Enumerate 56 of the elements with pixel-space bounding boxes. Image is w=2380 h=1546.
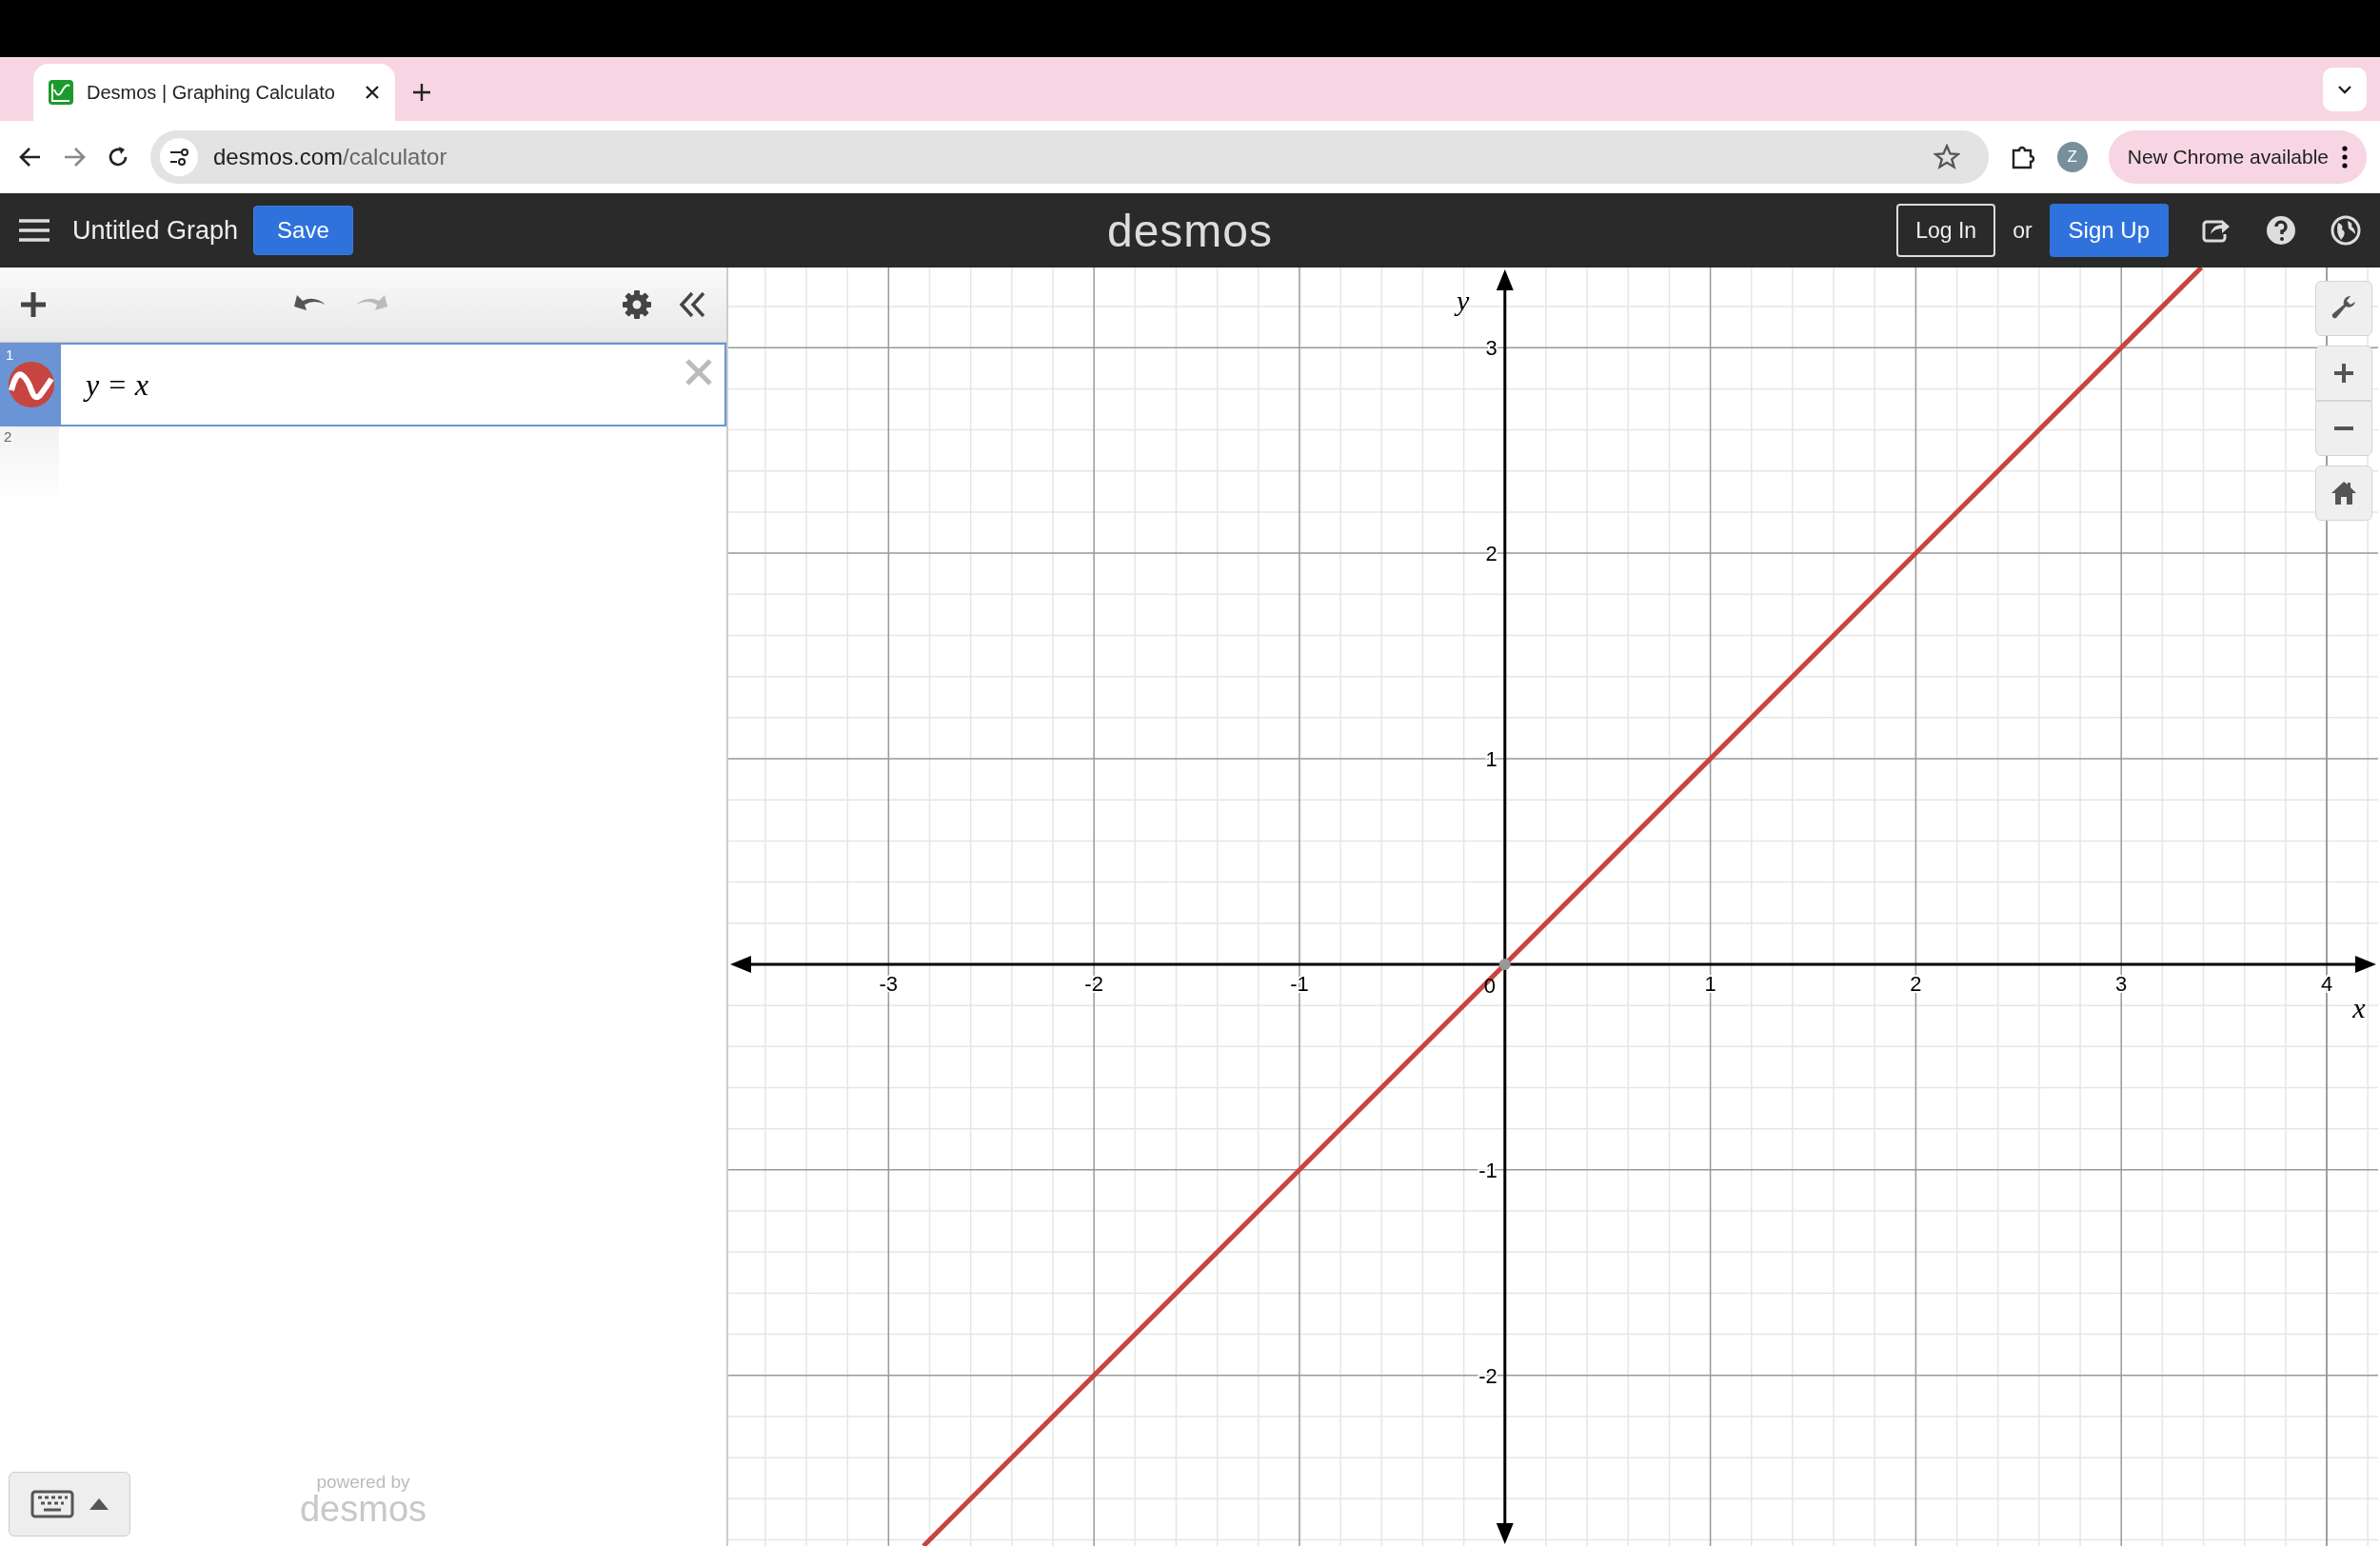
address-field[interactable]: desmos.com/calculator [150, 130, 1989, 184]
keyboard-icon [30, 1490, 74, 1518]
tick-label: -2 [1084, 971, 1103, 996]
caret-up-icon [89, 1498, 109, 1510]
tab-title: Desmos | Graphing Calculato [87, 81, 336, 104]
login-button[interactable]: Log In [1896, 204, 1996, 257]
reload-icon[interactable] [107, 146, 129, 168]
star-icon[interactable] [1933, 144, 1960, 170]
powered-by-text: powered by [316, 1473, 410, 1491]
tick-label: 0 [1483, 973, 1496, 998]
line-number: 2 [4, 428, 12, 445]
graph-plot[interactable]: -3 -2 -1 1 2 3 4 -2 -1 1 2 3 x y 0 [728, 268, 2378, 1546]
tick-label: 1 [1704, 971, 1716, 996]
browser-tab[interactable]: Desmos | Graphing Calculato [33, 64, 395, 121]
tick-label: 3 [1485, 336, 1497, 361]
wave-icon[interactable] [9, 362, 54, 407]
save-button[interactable]: Save [253, 206, 353, 255]
new-tab-icon[interactable] [412, 83, 431, 102]
or-text: or [2013, 217, 2033, 244]
collapse-icon[interactable] [679, 290, 707, 319]
tick-label: -3 [879, 971, 899, 996]
tick-label: -1 [1478, 1158, 1497, 1182]
graph-favicon-icon [49, 80, 73, 105]
settings-icon[interactable] [622, 289, 652, 320]
globe-icon[interactable] [2330, 215, 2361, 246]
tick-label: -1 [1290, 971, 1309, 996]
zoom-out-icon[interactable] [2315, 401, 2372, 456]
tick-label: 4 [2320, 971, 2333, 996]
share-icon[interactable] [2201, 217, 2231, 244]
tick-label: 1 [1485, 747, 1497, 772]
site-settings-icon[interactable] [160, 138, 198, 176]
zoom-in-icon[interactable] [2315, 346, 2372, 401]
tick-label: 2 [1910, 971, 1922, 996]
home-icon[interactable] [2315, 466, 2372, 521]
tick-label: 2 [1485, 542, 1497, 566]
help-icon[interactable] [2266, 215, 2296, 246]
wrench-icon[interactable] [2315, 281, 2372, 336]
graph-title[interactable]: Untitled Graph [72, 215, 239, 246]
axis-label: x [2352, 991, 2366, 1023]
keyboard-button[interactable] [9, 1472, 130, 1536]
signup-button[interactable]: Sign Up [2049, 204, 2169, 257]
close-icon[interactable] [365, 85, 380, 100]
url-text: desmos.com/calculator [213, 144, 448, 170]
expression-row[interactable]: 2 [0, 426, 726, 503]
update-button[interactable]: New Chrome available [2108, 130, 2367, 184]
add-icon[interactable] [19, 290, 48, 319]
logo-text: desmos [1106, 204, 1274, 257]
menu-icon[interactable] [19, 218, 50, 243]
expression-row[interactable]: 1 y = x [0, 343, 726, 426]
origin-point[interactable] [1498, 958, 1511, 970]
tick-label: 3 [2115, 971, 2128, 996]
line-number: 1 [6, 347, 14, 363]
more-icon [2342, 146, 2348, 168]
back-arrow-icon[interactable] [19, 147, 42, 168]
forward-arrow-icon[interactable] [63, 147, 86, 168]
tick-label: -2 [1478, 1363, 1497, 1388]
